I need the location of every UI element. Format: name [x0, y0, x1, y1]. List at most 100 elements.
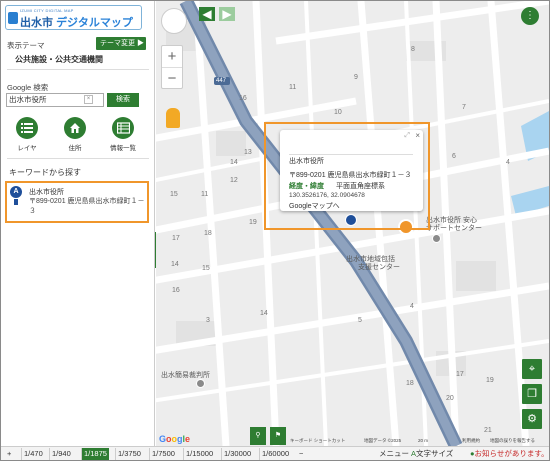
popup-divider	[289, 154, 413, 155]
block-number: 11	[201, 191, 209, 198]
keyword-search-title: キーワードから探す	[9, 168, 81, 177]
block-number: 18	[406, 380, 414, 387]
notice-link[interactable]: ●お知らせがあります。	[470, 448, 549, 460]
poi-marker-icon[interactable]	[196, 379, 205, 388]
walk-route-icon[interactable]: ⚲	[250, 427, 266, 445]
poi-label-court[interactable]: 出水簡易裁判所	[161, 370, 210, 380]
poi-label-support-center[interactable]: サポートセンター	[426, 223, 482, 233]
search-input[interactable]: 出水市役所 ×	[6, 93, 104, 107]
pin-route-icon[interactable]: ⚑	[270, 427, 286, 445]
copy-icon[interactable]: ❐	[522, 384, 542, 404]
scale-option[interactable]: 1/7500	[149, 448, 177, 460]
theme-change-button[interactable]: テーマ変更 ▶	[96, 37, 146, 50]
block-number: 16	[239, 95, 247, 102]
coord-label[interactable]: 経度・緯度	[289, 181, 324, 191]
block-number: 15	[170, 191, 178, 198]
search-input-value: 出水市役所	[9, 95, 47, 104]
google-map-link[interactable]: Googleマップへ	[289, 201, 340, 211]
logo-title: 出水市 デジタルマップ	[20, 14, 133, 30]
home-icon	[64, 117, 86, 139]
triangle-right-icon: ▶	[136, 40, 144, 47]
layer-button[interactable]: レイヤ	[10, 117, 44, 152]
font-size-button[interactable]: A文字サイズ	[411, 448, 453, 460]
address-label: 住所	[68, 145, 82, 152]
theme-change-label: テーマ変更	[100, 40, 135, 47]
block-number: 14	[171, 261, 179, 268]
route-number: 447	[216, 78, 227, 84]
scale-indicator: 20 m	[418, 438, 429, 443]
divider	[7, 69, 149, 70]
coord-value: 130.3526176, 32.0904678	[289, 192, 365, 199]
keyboard-shortcuts-link[interactable]: キーボード ショートカット	[290, 438, 345, 444]
app-logo[interactable]: IZUMI CITY DIGITAL MAP 出水市 デジタルマップ	[5, 5, 142, 30]
block-number: 4	[506, 159, 510, 166]
poi-label-chiiki-2[interactable]: 支援センター	[358, 262, 400, 272]
coord-system-link[interactable]: 平面直角座標系	[336, 181, 385, 191]
bottom-bar: + 1/470 1/940 1/1875 1/3750 1/7500 1/150…	[1, 446, 549, 460]
settings-gear-icon[interactable]: ⚙	[522, 409, 542, 429]
close-icon[interactable]: ×	[415, 131, 420, 140]
popup-address: 〒899-0201 鹿児島県出水市緑町１－３	[289, 172, 412, 179]
block-number: 10	[334, 109, 342, 116]
scale-decrease-button[interactable]: −	[299, 448, 303, 460]
block-number: 11	[289, 84, 297, 91]
report-error-link[interactable]: 地図の誤りを報告する	[490, 438, 535, 444]
map-pin-icon: A	[10, 186, 22, 198]
scale-increase-button[interactable]: +	[7, 448, 11, 460]
google-logo: Google	[159, 434, 191, 444]
theme-label: 表示テーマ	[7, 41, 45, 50]
scale-option[interactable]: 1/30000	[221, 448, 253, 460]
expand-icon[interactable]: ⤢	[404, 132, 410, 140]
scale-option[interactable]: 1/60000	[259, 448, 291, 460]
result-address: 〒899-0201 鹿児島県出水市緑町１－３	[29, 198, 145, 215]
block-number: 8	[411, 46, 415, 53]
zoom-in-button[interactable]: +	[162, 46, 182, 68]
divider	[7, 158, 149, 159]
info-popup: ⤢ × 出水市役所 〒899-0201 鹿児島県出水市緑町１－３ 経度・緯度 平…	[280, 130, 423, 211]
block-number: 19	[249, 219, 257, 226]
scale-option-active[interactable]: 1/1875	[81, 448, 109, 460]
scale-option[interactable]: 1/470	[21, 448, 45, 460]
block-number: 12	[230, 177, 238, 184]
block-number: 6	[452, 153, 456, 160]
result-name: 出水市役所	[29, 189, 64, 196]
layer-list-icon	[16, 117, 38, 139]
search-button[interactable]: 検索	[107, 93, 139, 107]
info-list-button[interactable]: 情報一覧	[106, 117, 140, 152]
block-number: 20	[446, 395, 454, 402]
scale-option[interactable]: 1/940	[49, 448, 73, 460]
sidebar: IZUMI CITY DIGITAL MAP 出水市 デジタルマップ 表示テーマ…	[1, 1, 155, 446]
address-button[interactable]: 住所	[58, 117, 92, 152]
map-view[interactable]: 447 ◀ ▶ + − ⋮ 16 11 10 9 8 7 6 4 14 13 1…	[156, 1, 549, 446]
back-arrow-icon[interactable]: ◀	[199, 7, 215, 21]
compass-icon[interactable]	[161, 8, 187, 34]
scale-option[interactable]: 1/3750	[115, 448, 143, 460]
menu-button[interactable]: メニュー	[379, 448, 409, 460]
zoom-out-button[interactable]: −	[162, 68, 182, 90]
google-search-label: Google 検索	[7, 83, 49, 92]
block-number: 15	[202, 265, 210, 272]
poi-marker-icon[interactable]	[432, 234, 441, 243]
block-number: 14	[230, 159, 238, 166]
terms-link[interactable]: 利用規約	[462, 438, 480, 444]
search-result-item[interactable]: A 出水市役所 〒899-0201 鹿児島県出水市緑町１－３	[5, 181, 149, 223]
logo-city: 出水市	[20, 17, 53, 29]
locate-icon[interactable]: ⌖	[522, 359, 542, 379]
info-list-icon	[112, 117, 134, 139]
block-number: 9	[354, 74, 358, 81]
pin-tail	[14, 199, 18, 205]
block-number: 4	[410, 303, 414, 310]
block-number: 16	[172, 287, 180, 294]
street-view-pegman-icon[interactable]	[166, 108, 180, 128]
scale-option[interactable]: 1/15000	[183, 448, 215, 460]
forward-arrow-icon[interactable]: ▶	[219, 7, 235, 21]
block-number: 17	[456, 371, 464, 378]
block-number: 13	[244, 149, 252, 156]
clear-search-icon[interactable]: ×	[84, 95, 93, 104]
notice-text: お知らせがあります。	[474, 449, 549, 458]
menu-icon[interactable]: ⋮	[521, 7, 539, 25]
block-number: 14	[260, 310, 268, 317]
theme-value: 公共施設・公共交通機関	[15, 55, 103, 64]
zoom-control: + −	[161, 45, 183, 89]
font-size-label: 文字サイズ	[416, 449, 454, 458]
